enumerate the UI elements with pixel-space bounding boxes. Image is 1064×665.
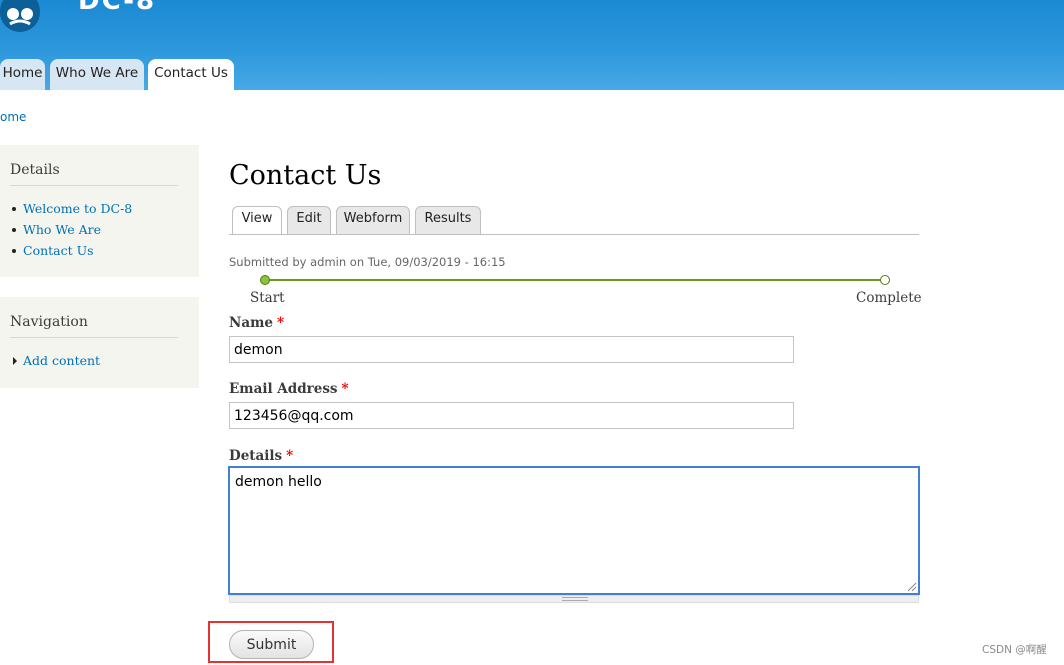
progress-end-label: Complete xyxy=(856,290,922,306)
page-title: Contact Us xyxy=(229,160,382,191)
email-label: Email Address * xyxy=(229,381,349,397)
name-label: Name * xyxy=(229,315,284,331)
nav-tab-who-we-are[interactable]: Who We Are xyxy=(50,59,144,90)
progress-end-dot xyxy=(880,275,890,285)
divider xyxy=(10,337,178,338)
divider xyxy=(10,185,178,186)
name-field[interactable] xyxy=(229,336,794,363)
bullet-icon xyxy=(12,207,16,211)
required-marker: * xyxy=(276,315,285,331)
drupal-logo-icon[interactable] xyxy=(0,0,48,34)
grip-lines-icon xyxy=(562,597,588,601)
required-marker: * xyxy=(286,448,294,464)
progress-start-dot xyxy=(260,275,270,285)
progress-start-label: Start xyxy=(250,290,285,306)
label-text: Details xyxy=(229,448,283,464)
textarea-grippie[interactable] xyxy=(229,595,919,603)
tab-webform[interactable]: Webform xyxy=(336,206,410,234)
site-name[interactable]: DC-8 xyxy=(78,0,156,16)
navigation-block: Navigation Add content xyxy=(0,297,199,388)
nav-tab-home[interactable]: Home xyxy=(0,59,45,90)
label-text: Name xyxy=(229,315,273,331)
watermark: CSDN @啊醒 xyxy=(982,644,1047,656)
tab-edit[interactable]: Edit xyxy=(287,206,331,234)
details-block-title: Details xyxy=(10,162,60,178)
link-label[interactable]: Who We Are xyxy=(23,222,101,237)
nav-link-add-content[interactable]: Add content xyxy=(12,350,100,371)
email-field[interactable] xyxy=(229,402,794,429)
tab-view[interactable]: View xyxy=(232,206,282,235)
bullet-icon xyxy=(12,249,16,253)
details-block: Details Welcome to DC-8 Who We Are Conta… xyxy=(0,145,199,277)
details-textarea[interactable]: demon hello xyxy=(228,466,920,595)
link-label[interactable]: Contact Us xyxy=(23,243,94,258)
details-link-who-we-are[interactable]: Who We Are xyxy=(12,219,132,240)
bullet-icon xyxy=(12,228,16,232)
navigation-block-title: Navigation xyxy=(10,314,88,330)
site-header: DC-8 Home Who We Are Contact Us xyxy=(0,0,1064,90)
link-label[interactable]: Add content xyxy=(23,353,100,368)
details-list: Welcome to DC-8 Who We Are Contact Us xyxy=(12,198,132,261)
details-link-contact-us[interactable]: Contact Us xyxy=(12,240,132,261)
submit-button[interactable]: Submit xyxy=(229,630,314,659)
submitted-info: Submitted by admin on Tue, 09/03/2019 - … xyxy=(229,255,506,269)
details-label: Details * xyxy=(229,448,293,464)
resize-handle-icon[interactable] xyxy=(907,582,917,592)
nav-tab-contact-us[interactable]: Contact Us xyxy=(148,59,234,90)
details-link-welcome[interactable]: Welcome to DC-8 xyxy=(12,198,132,219)
label-text: Email Address xyxy=(229,381,338,397)
tab-results[interactable]: Results xyxy=(415,206,481,234)
collapsed-triangle-icon[interactable] xyxy=(13,357,17,365)
navigation-list: Add content xyxy=(12,350,100,371)
link-label[interactable]: Welcome to DC-8 xyxy=(23,201,132,216)
required-marker: * xyxy=(341,381,349,397)
tabs-divider xyxy=(229,234,919,235)
progress-bar xyxy=(265,279,885,281)
breadcrumb[interactable]: ome xyxy=(0,110,26,124)
